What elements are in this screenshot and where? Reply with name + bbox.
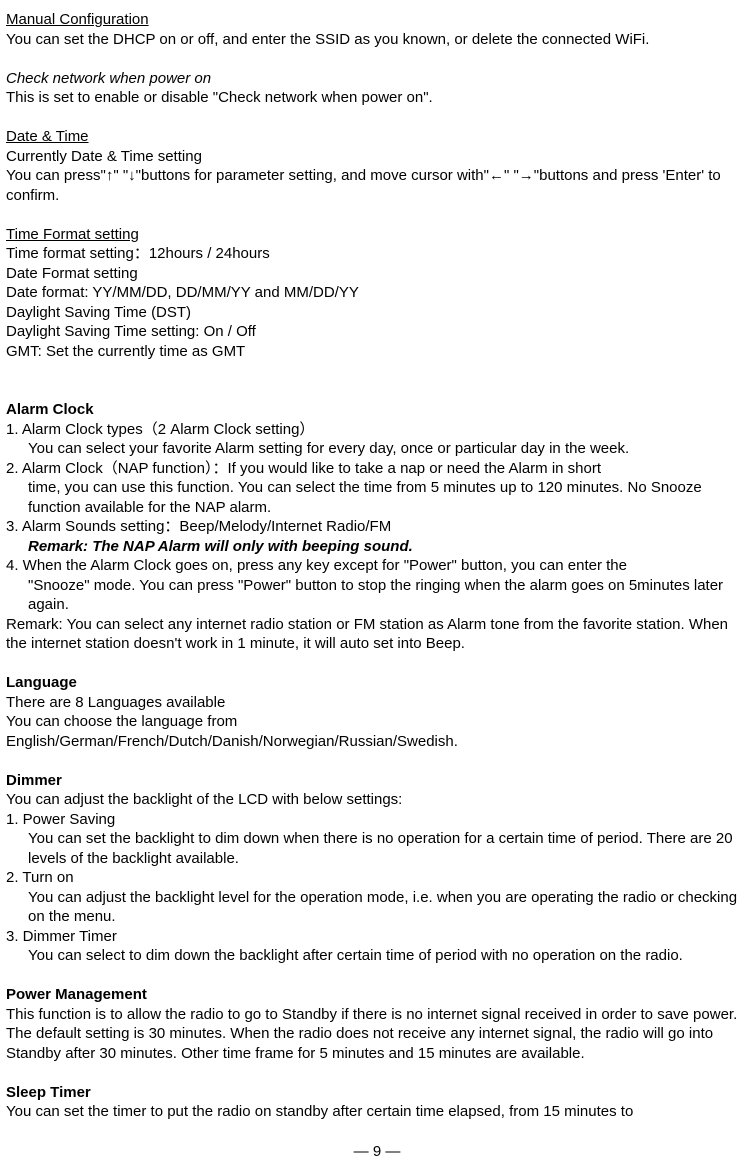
- list-item-body: You can adjust the backlight level for t…: [6, 888, 748, 927]
- body-text: Time format setting：12hours / 24hours: [6, 244, 748, 264]
- section-manual-config: Manual Configuration You can set the DHC…: [6, 10, 748, 49]
- body-text: You can set the timer to put the radio o…: [6, 1102, 748, 1122]
- list-item-body: time, you can use this function. You can…: [6, 478, 748, 517]
- list-item: 4. When the Alarm Clock goes on, press a…: [6, 556, 748, 576]
- heading-power-management: Power Management: [6, 985, 748, 1005]
- list-item: 1. Power Saving: [6, 810, 748, 830]
- body-text: Daylight Saving Time setting: On / Off: [6, 322, 748, 342]
- list-item-remark: Remark: The NAP Alarm will only with bee…: [6, 537, 748, 557]
- list-item-body: "Snooze" mode. You can press "Power" but…: [6, 576, 748, 615]
- list-item-body: You can select to dim down the backlight…: [6, 946, 748, 966]
- body-text: You can adjust the backlight of the LCD …: [6, 790, 748, 810]
- list-item: 2. Alarm Clock（NAP function）：If you woul…: [6, 459, 748, 479]
- body-text: English/German/French/Dutch/Danish/Norwe…: [6, 732, 748, 752]
- body-text: There are 8 Languages available: [6, 693, 748, 713]
- list-item: 1. Alarm Clock types（2 Alarm Clock setti…: [6, 420, 748, 440]
- heading-sleep-timer: Sleep Timer: [6, 1083, 748, 1103]
- section-date-time: Date & Time Currently Date & Time settin…: [6, 127, 748, 205]
- heading-manual-config: Manual Configuration: [6, 10, 748, 30]
- remark-text: Remark: You can select any internet radi…: [6, 615, 748, 654]
- list-item: 2. Turn on: [6, 868, 748, 888]
- body-text: Daylight Saving Time (DST): [6, 303, 748, 323]
- section-check-network: Check network when power on This is set …: [6, 69, 748, 108]
- page-number: — 9 —: [6, 1142, 748, 1162]
- section-dimmer: Dimmer You can adjust the backlight of t…: [6, 771, 748, 966]
- list-item-body: You can set the backlight to dim down wh…: [6, 829, 748, 868]
- body-text: Date format: YY/MM/DD, DD/MM/YY and MM/D…: [6, 283, 748, 303]
- heading-dimmer: Dimmer: [6, 771, 748, 791]
- list-item: 3. Dimmer Timer: [6, 927, 748, 947]
- section-power-management: Power Management This function is to all…: [6, 985, 748, 1063]
- body-text: Currently Date & Time setting: [6, 147, 748, 167]
- body-text: GMT: Set the currently time as GMT: [6, 342, 748, 362]
- body-text: You can choose the language from: [6, 712, 748, 732]
- body-text: This is set to enable or disable "Check …: [6, 88, 748, 108]
- body-text: Date Format setting: [6, 264, 748, 284]
- list-item: 3. Alarm Sounds setting：Beep/Melody/Inte…: [6, 517, 748, 537]
- heading-alarm-clock: Alarm Clock: [6, 400, 748, 420]
- heading-time-format: Time Format setting: [6, 225, 748, 245]
- body-text: This function is to allow the radio to g…: [6, 1005, 748, 1064]
- body-text: You can press"↑" "↓"buttons for paramete…: [6, 166, 748, 205]
- heading-check-network: Check network when power on: [6, 69, 748, 89]
- section-language: Language There are 8 Languages available…: [6, 673, 748, 751]
- heading-date-time: Date & Time: [6, 127, 748, 147]
- body-text: You can set the DHCP on or off, and ente…: [6, 30, 748, 50]
- section-time-format: Time Format setting Time format setting：…: [6, 225, 748, 362]
- section-sleep-timer: Sleep Timer You can set the timer to put…: [6, 1083, 748, 1122]
- section-alarm-clock: Alarm Clock 1. Alarm Clock types（2 Alarm…: [6, 400, 748, 654]
- heading-language: Language: [6, 673, 748, 693]
- list-item-body: You can select your favorite Alarm setti…: [6, 439, 748, 459]
